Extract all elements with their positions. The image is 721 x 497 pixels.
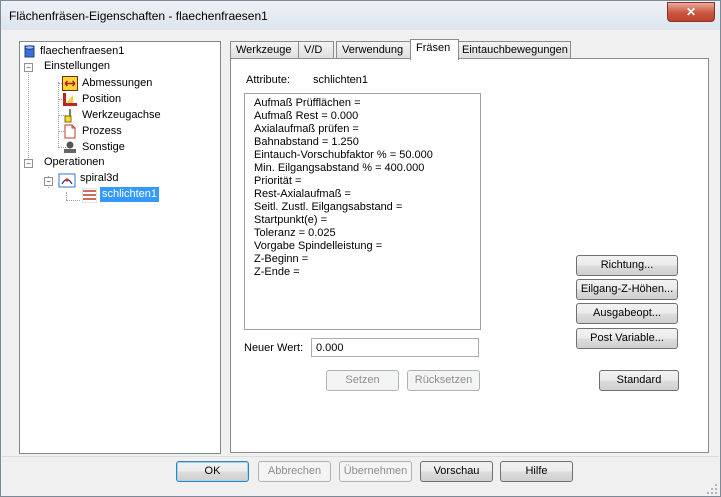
tree-line [66,192,67,200]
tab-fraesen[interactable]: Fräsen [410,39,459,60]
list-item[interactable]: Seitl. Zustl. Eilgangsabstand = [254,201,402,214]
minus-icon: − [26,159,31,168]
output-options-button[interactable]: Ausgabeopt... [576,303,678,324]
position-icon [63,93,77,106]
preview-button[interactable]: Vorschau [420,461,493,482]
tree-line [28,66,29,162]
tab-verwendung[interactable]: Verwendung [336,41,414,59]
tool-axis-icon [64,109,72,123]
tree-item-spiral3d[interactable]: spiral3d [80,171,119,186]
dimensions-icon [62,76,78,91]
new-value-label: Neuer Wert: [244,342,304,354]
list-item[interactable]: Eintauch-Vorschubfaktor % = 50.000 [254,149,433,162]
tree-view[interactable]: flaechenfraesen1 − Einstellungen Abmessu… [19,41,221,454]
attributes-list[interactable]: Aufmaß Prüfflächen = Aufmaß Rest = 0.000… [244,93,481,330]
apply-button[interactable]: Übernehmen [339,461,412,482]
tab-werkzeuge[interactable]: Werkzeuge [230,41,300,59]
ok-button[interactable]: OK [176,461,249,482]
document-icon [64,124,76,139]
tab-vd[interactable]: V/D [298,41,334,59]
list-item[interactable]: Startpunkt(e) = [254,214,327,227]
expander-settings[interactable]: − [24,63,33,72]
help-button[interactable]: Hilfe [500,461,573,482]
list-item[interactable]: Bahnabstand = 1.250 [254,136,359,149]
set-button[interactable]: Setzen [326,370,399,391]
standard-button[interactable]: Standard [599,370,679,391]
list-item[interactable]: Min. Eilgangsabstand % = 400.000 [254,162,424,175]
title-bar[interactable]: Flächenfräsen-Eigenschaften - flaechenfr… [1,1,720,30]
list-item[interactable]: Aufmaß Rest = 0.000 [254,110,358,123]
spiral-operation-icon [58,173,76,188]
database-icon [24,45,35,58]
reset-button[interactable]: Rücksetzen [407,370,480,391]
misc-tool-icon [64,141,76,153]
attribute-label: Attribute: [246,74,291,86]
close-icon: ✕ [685,5,697,19]
tree-item-prozess[interactable]: Prozess [82,124,122,139]
list-item[interactable]: Vorgabe Spindelleistung = [254,240,382,253]
direction-button[interactable]: Richtung... [576,255,678,276]
tree-item-sonstige[interactable]: Sonstige [82,140,125,155]
expander-operations[interactable]: − [24,159,33,168]
attribute-value: schlichten1 [313,74,369,86]
new-value-input[interactable]: 0.000 [311,338,479,357]
post-variable-button[interactable]: Post Variable... [576,328,678,349]
tree-item-root[interactable]: flaechenfraesen1 [40,44,124,59]
dialog-window: Flächenfräsen-Eigenschaften - flaechenfr… [0,0,721,497]
tree-item-position[interactable]: Position [82,92,121,107]
resize-grip-icon[interactable] [706,483,718,495]
list-item[interactable]: Rest-Axialaufmaß = [254,188,351,201]
list-item[interactable]: Aufmaß Prüfflächen = [254,97,361,110]
window-title: Flächenfräsen-Eigenschaften - flaechenfr… [9,9,268,23]
tree-item-werkzeugachse[interactable]: Werkzeugachse [82,108,161,123]
list-item[interactable]: Z-Beginn = [254,253,308,266]
tree-item-abmessungen[interactable]: Abmessungen [82,76,152,91]
tree-item-settings[interactable]: Einstellungen [44,59,110,74]
tree-line [66,200,80,201]
list-item[interactable]: Axialaufmaß prüfen = [254,123,359,136]
list-item[interactable]: Z-Ende = [254,266,300,279]
list-item[interactable]: Toleranz = 0.025 [254,227,336,240]
close-button[interactable]: ✕ [667,2,715,22]
toolpath-icon [82,188,97,203]
tree-item-operations[interactable]: Operationen [44,155,105,170]
expander-spiral3d[interactable]: − [44,177,53,186]
rapid-z-heights-button[interactable]: Eilgang-Z-Höhen... [576,279,678,300]
tree-item-schlichten1[interactable]: schlichten1 [100,187,160,202]
tab-eintauchbewegungen[interactable]: Eintauchbewegungen [456,41,571,59]
footer-divider [2,456,719,457]
minus-icon: − [26,63,31,72]
list-item[interactable]: Priorität = [254,175,301,188]
cancel-button[interactable]: Abbrechen [258,461,331,482]
minus-icon: − [46,177,51,186]
